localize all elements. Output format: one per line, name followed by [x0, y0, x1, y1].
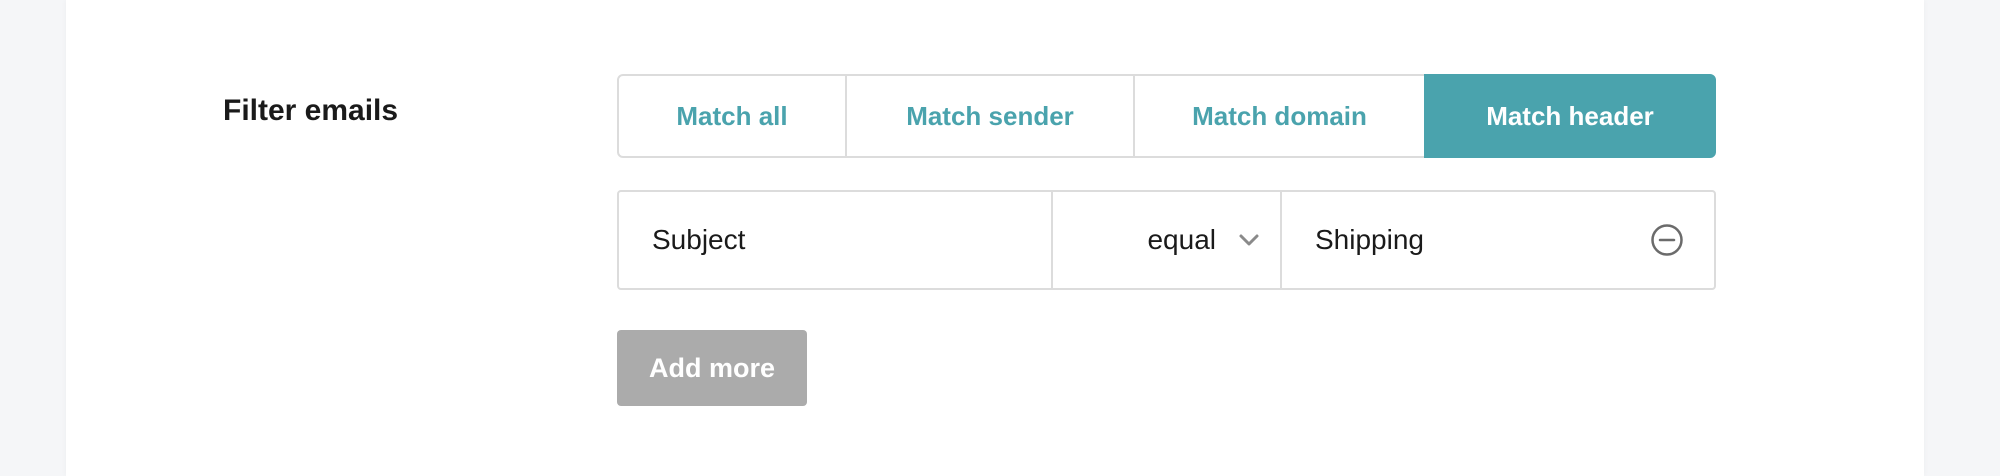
filter-rule-row: Subject equal Shipping	[617, 190, 1716, 290]
match-header-tab[interactable]: Match header	[1424, 74, 1716, 158]
header-field-input[interactable]: Subject	[617, 190, 1053, 290]
chevron-down-icon	[1239, 234, 1259, 246]
header-value-input[interactable]: Shipping	[1280, 190, 1716, 290]
header-field-value: Subject	[652, 224, 746, 255]
operator-value: equal	[1147, 224, 1216, 255]
filter-emails-label: Filter emails	[223, 94, 399, 127]
match-all-tab[interactable]: Match all	[617, 74, 847, 158]
minus-circle-icon[interactable]	[1650, 223, 1684, 257]
match-mode-segmented-control: Match all Match sender Match domain Matc…	[617, 74, 1716, 158]
operator-select[interactable]: equal	[1051, 190, 1282, 290]
match-domain-tab[interactable]: Match domain	[1133, 74, 1426, 158]
header-value-text: Shipping	[1315, 224, 1424, 255]
add-more-button[interactable]: Add more	[617, 330, 807, 406]
match-sender-tab[interactable]: Match sender	[845, 74, 1135, 158]
